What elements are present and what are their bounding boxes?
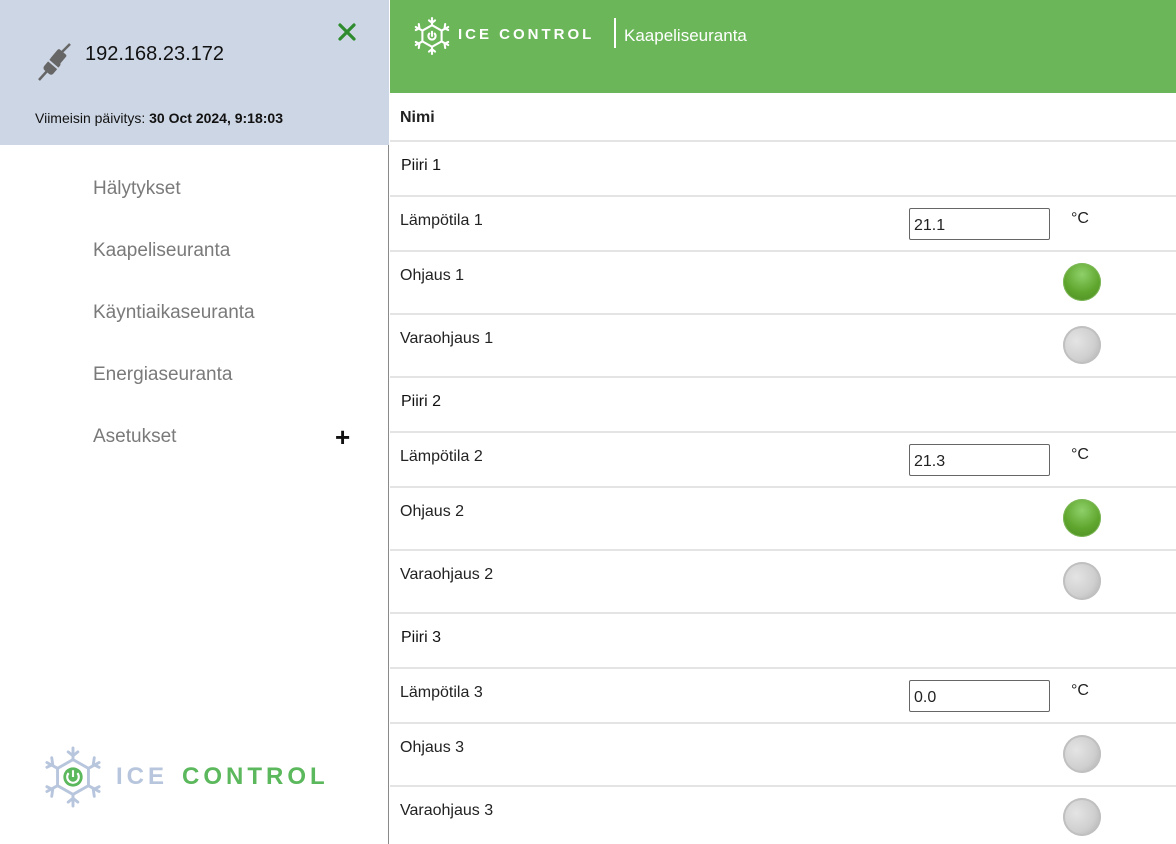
table-row-backup-control: Varaohjaus 1 bbox=[390, 315, 1176, 378]
temperature-label: Lämpötila 2 bbox=[400, 448, 483, 465]
table-row-control: Ohjaus 2 bbox=[390, 488, 1176, 551]
status-led-icon bbox=[1063, 499, 1101, 537]
control-label: Ohjaus 1 bbox=[400, 267, 465, 284]
device-ip: 192.168.23.172 bbox=[85, 43, 225, 65]
table-row-backup-control: Varaohjaus 3 bbox=[390, 787, 1176, 844]
snowflake-power-icon bbox=[414, 16, 450, 56]
circuit-name: Piiri 3 bbox=[401, 629, 442, 646]
title-divider bbox=[614, 18, 616, 48]
close-icon[interactable] bbox=[335, 20, 359, 44]
last-update-value: 30 Oct 2024, 9:18:03 bbox=[149, 110, 283, 126]
cable-monitor-table: Nimi Piiri 1 Lämpötila 1 °C Ohjaus 1 Var… bbox=[390, 94, 1176, 844]
column-header-name: Nimi bbox=[400, 109, 435, 126]
status-led-icon bbox=[1063, 735, 1101, 773]
nav-item-label: Asetukset bbox=[93, 426, 177, 447]
table-row-control: Ohjaus 1 bbox=[390, 252, 1176, 315]
last-update-label: Viimeisin päivitys: bbox=[35, 110, 146, 126]
status-led-icon bbox=[1063, 562, 1101, 600]
table-row-backup-control: Varaohjaus 2 bbox=[390, 551, 1176, 614]
control-label: Ohjaus 3 bbox=[400, 739, 465, 756]
top-bar: ICE CONTROL Kaapeliseuranta bbox=[390, 0, 1176, 93]
temperature-input[interactable] bbox=[909, 444, 1050, 476]
sidebar-header: 192.168.23.172 Viimeisin päivitys: 30 Oc… bbox=[0, 0, 389, 145]
nav-item-label: Hälytykset bbox=[93, 178, 181, 199]
plug-icon bbox=[38, 43, 71, 81]
app-root: 192.168.23.172 Viimeisin päivitys: 30 Oc… bbox=[0, 0, 1176, 844]
backup-control-label: Varaohjaus 2 bbox=[400, 566, 494, 583]
temperature-label: Lämpötila 1 bbox=[400, 212, 483, 229]
nav-item-asetukset[interactable]: Asetukset + bbox=[0, 408, 389, 470]
nav-item-energiaseuranta[interactable]: Energiaseuranta bbox=[0, 346, 389, 408]
circuit-name: Piiri 1 bbox=[401, 157, 442, 174]
nav-item-halytykset[interactable]: Hälytykset bbox=[0, 160, 389, 222]
last-update: Viimeisin päivitys: 30 Oct 2024, 9:18:03 bbox=[35, 110, 283, 126]
circuit-row: Piiri 2 bbox=[390, 378, 1176, 433]
temperature-input[interactable] bbox=[909, 208, 1050, 240]
table-row-temperature: Lämpötila 1 °C bbox=[390, 197, 1176, 252]
temperature-unit: °C bbox=[1071, 446, 1089, 463]
table-row-temperature: Lämpötila 3 °C bbox=[390, 669, 1176, 724]
backup-control-label: Varaohjaus 1 bbox=[400, 330, 494, 347]
logo-text-control: CONTROL bbox=[182, 763, 329, 790]
temperature-unit: °C bbox=[1071, 682, 1089, 699]
control-label: Ohjaus 2 bbox=[400, 503, 465, 520]
page-title: Kaapeliseuranta bbox=[624, 26, 747, 45]
table-row-control: Ohjaus 3 bbox=[390, 724, 1176, 787]
logo-text-ice: ICE bbox=[116, 763, 169, 790]
circuit-row: Piiri 1 bbox=[390, 142, 1176, 197]
circuit-row: Piiri 3 bbox=[390, 614, 1176, 669]
status-led-icon bbox=[1063, 798, 1101, 836]
brand-name: ICE CONTROL bbox=[458, 26, 595, 43]
sidebar-logo: ICE CONTROL bbox=[44, 745, 344, 809]
backup-control-label: Varaohjaus 3 bbox=[400, 802, 494, 819]
nav-item-label: Energiaseuranta bbox=[93, 364, 233, 385]
expand-plus-icon[interactable]: + bbox=[335, 424, 350, 450]
table-header-row: Nimi bbox=[390, 94, 1176, 142]
nav-item-label: Kaapeliseuranta bbox=[93, 240, 231, 261]
nav-item-kayntiaikaseuranta[interactable]: Käyntiaikaseuranta bbox=[0, 284, 389, 346]
nav-item-label: Käyntiaikaseuranta bbox=[93, 302, 255, 323]
table-row-temperature: Lämpötila 2 °C bbox=[390, 433, 1176, 488]
sidebar-nav: Hälytykset Kaapeliseuranta Käyntiaikaseu… bbox=[0, 160, 389, 470]
temperature-input[interactable] bbox=[909, 680, 1050, 712]
status-led-icon bbox=[1063, 326, 1101, 364]
circuit-name: Piiri 2 bbox=[401, 393, 442, 410]
sidebar: 192.168.23.172 Viimeisin päivitys: 30 Oc… bbox=[0, 0, 389, 844]
temperature-unit: °C bbox=[1071, 210, 1089, 227]
snowflake-power-logo-icon bbox=[45, 746, 101, 808]
nav-item-kaapeliseuranta[interactable]: Kaapeliseuranta bbox=[0, 222, 389, 284]
status-led-icon bbox=[1063, 263, 1101, 301]
temperature-label: Lämpötila 3 bbox=[400, 684, 483, 701]
